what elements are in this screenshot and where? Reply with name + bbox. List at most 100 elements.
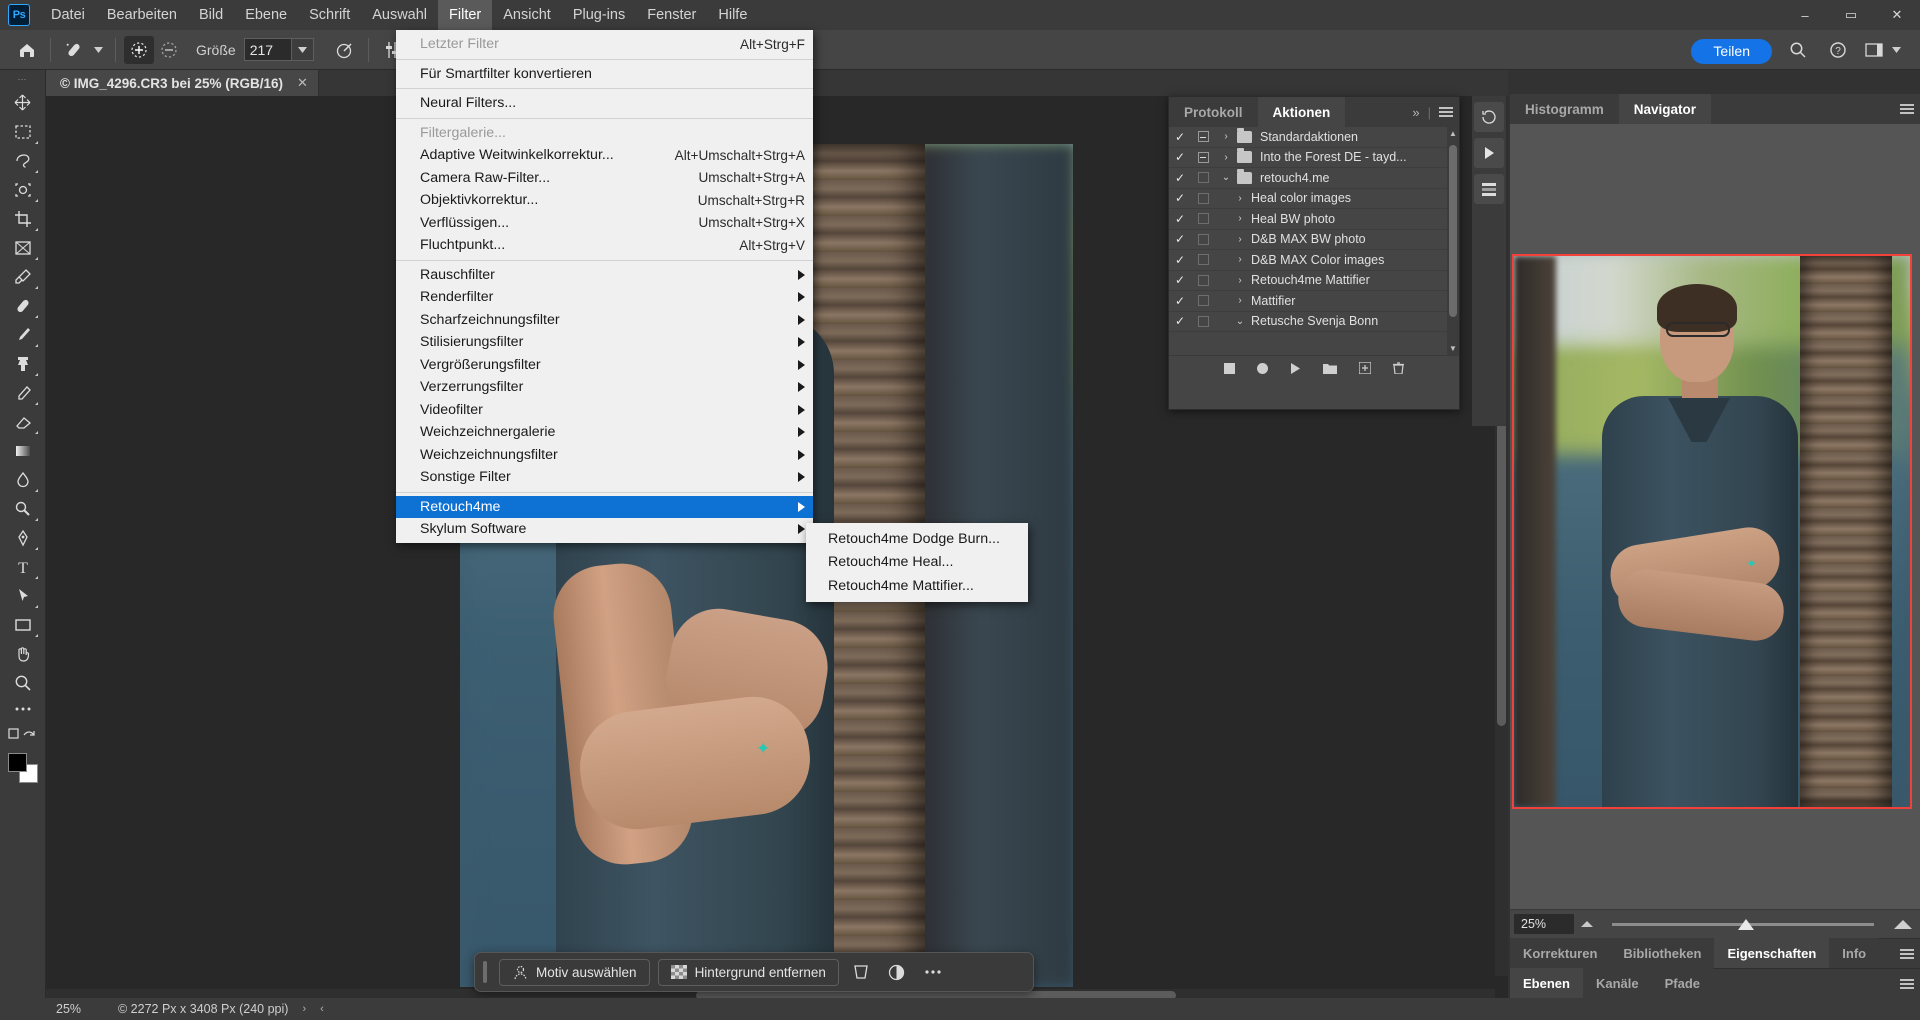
tab-korrekturen[interactable]: Korrekturen bbox=[1510, 938, 1611, 968]
more-options-icon[interactable] bbox=[919, 959, 947, 985]
disclosure-triangle-icon[interactable]: ⌄ bbox=[1215, 172, 1237, 183]
filter-menu-item[interactable]: Scharfzeichnungsfilter bbox=[396, 309, 813, 332]
action-toggle-checkbox[interactable]: ✓ bbox=[1169, 150, 1191, 164]
action-toggle-checkbox[interactable]: ✓ bbox=[1169, 314, 1191, 328]
action-row[interactable]: ✓ › Heal color images bbox=[1169, 189, 1459, 209]
menu-ansicht[interactable]: Ansicht bbox=[492, 0, 562, 30]
subtract-from-selection-icon[interactable] bbox=[154, 36, 184, 64]
zoom-out-icon[interactable] bbox=[1574, 921, 1600, 927]
drag-handle[interactable] bbox=[483, 961, 487, 983]
record-icon[interactable] bbox=[1257, 362, 1268, 377]
tool-type-tool[interactable]: T bbox=[6, 552, 40, 581]
filter-menu-item[interactable]: Für Smartfilter konvertieren bbox=[396, 63, 813, 86]
color-swatches[interactable] bbox=[6, 751, 40, 785]
tool-hand-tool[interactable] bbox=[6, 639, 40, 668]
tool-dodge-tool[interactable] bbox=[6, 494, 40, 523]
filter-menu-item[interactable]: Neural Filters... bbox=[396, 92, 813, 115]
filter-menu-item[interactable]: Videofilter bbox=[396, 399, 813, 422]
scroll-thumb[interactable] bbox=[1449, 145, 1457, 317]
disclosure-triangle-icon[interactable]: › bbox=[1229, 193, 1251, 204]
play-icon[interactable] bbox=[1474, 138, 1504, 168]
size-input[interactable]: 217 bbox=[243, 38, 292, 61]
tool-eyedropper-tool[interactable] bbox=[6, 262, 40, 291]
play-icon[interactable] bbox=[1290, 362, 1301, 377]
status-zoom-level[interactable]: 25% bbox=[56, 1002, 118, 1016]
action-dialog-toggle[interactable] bbox=[1191, 192, 1215, 204]
tool-rectangle-tool[interactable] bbox=[6, 610, 40, 639]
action-dialog-toggle[interactable] bbox=[1191, 274, 1215, 286]
action-row[interactable]: ✓ › Into the Forest DE - tayd... bbox=[1169, 148, 1459, 168]
help-icon[interactable]: ? bbox=[1826, 39, 1850, 61]
adjustment-icon[interactable] bbox=[883, 959, 911, 985]
tab-kan-le[interactable]: Kanäle bbox=[1582, 968, 1652, 998]
action-row[interactable]: ✓ › Retouch4me Mattifier bbox=[1169, 271, 1459, 291]
tool-move-tool[interactable] bbox=[6, 88, 40, 117]
tool-object-selection-tool[interactable] bbox=[6, 175, 40, 204]
action-row[interactable]: ✓ › Heal BW photo bbox=[1169, 209, 1459, 230]
close-button[interactable]: ✕ bbox=[1874, 0, 1920, 30]
tool-rectangular-marquee-tool[interactable] bbox=[6, 117, 40, 146]
chevron-double-right-icon[interactable]: » bbox=[1412, 105, 1419, 120]
menu-auswahl[interactable]: Auswahl bbox=[361, 0, 438, 30]
filter-menu-item[interactable]: Objektivkorrektur... Umschalt+Strg+R bbox=[396, 189, 813, 212]
action-dialog-toggle[interactable] bbox=[1191, 315, 1215, 327]
menu-plug-ins[interactable]: Plug-ins bbox=[562, 0, 636, 30]
filter-menu-item[interactable]: Weichzeichnergalerie bbox=[396, 421, 813, 444]
tool-blur-tool[interactable] bbox=[6, 465, 40, 494]
scroll-up-icon[interactable]: ▲ bbox=[1447, 127, 1459, 140]
status-expand-icon[interactable]: › bbox=[302, 1003, 306, 1015]
submenu-item[interactable]: Retouch4me Dodge Burn... bbox=[806, 527, 1028, 551]
tool-zoom-tool[interactable] bbox=[6, 668, 40, 697]
menu-bild[interactable]: Bild bbox=[188, 0, 234, 30]
tab-pfade[interactable]: Pfade bbox=[1651, 968, 1714, 998]
filter-menu-item[interactable]: Rauschfilter bbox=[396, 264, 813, 287]
navigator-preview[interactable]: ✦ bbox=[1510, 124, 1920, 909]
disclosure-triangle-icon[interactable]: › bbox=[1229, 213, 1251, 224]
tool-more-tools[interactable] bbox=[6, 697, 40, 721]
tool-path-selection-tool[interactable] bbox=[6, 581, 40, 610]
menu-filter[interactable]: Filter bbox=[438, 0, 493, 30]
transform-icon[interactable] bbox=[847, 959, 875, 985]
disclosure-triangle-icon[interactable]: › bbox=[1229, 254, 1251, 265]
remove-background-button[interactable]: Hintergrund entfernen bbox=[657, 958, 839, 986]
scroll-down-icon[interactable]: ▼ bbox=[1447, 342, 1459, 355]
target-icon[interactable] bbox=[330, 36, 360, 64]
minimize-button[interactable]: – bbox=[1782, 0, 1828, 30]
tab-ebenen[interactable]: Ebenen bbox=[1510, 968, 1583, 998]
search-icon[interactable] bbox=[1786, 39, 1810, 61]
filter-menu-item[interactable]: Retouch4me bbox=[396, 495, 813, 518]
disclosure-triangle-icon[interactable]: ⌄ bbox=[1229, 316, 1251, 327]
tab-bibliotheken[interactable]: Bibliotheken bbox=[1610, 938, 1715, 968]
submenu-item[interactable]: Retouch4me Heal... bbox=[806, 551, 1028, 575]
action-toggle-checkbox[interactable]: ✓ bbox=[1169, 191, 1191, 205]
disclosure-triangle-icon[interactable]: › bbox=[1215, 152, 1237, 163]
navigator-zoom-slider[interactable] bbox=[1612, 918, 1874, 930]
disclosure-triangle-icon[interactable]: › bbox=[1229, 234, 1251, 245]
tab-histogramm[interactable]: Histogramm bbox=[1510, 94, 1619, 124]
history-icon[interactable] bbox=[1474, 102, 1504, 132]
filter-menu-item[interactable]: Vergrößerungsfilter bbox=[396, 354, 813, 377]
tab-aktionen[interactable]: Aktionen bbox=[1257, 97, 1346, 127]
filter-menu-item[interactable]: Skylum Software bbox=[396, 518, 813, 541]
action-row[interactable]: ✓ › D&B MAX BW photo bbox=[1169, 230, 1459, 250]
tool-preset-chevron-icon[interactable] bbox=[89, 36, 107, 64]
tool-brush-tool[interactable] bbox=[6, 320, 40, 349]
delete-icon[interactable] bbox=[1393, 362, 1404, 377]
filter-menu-item[interactable]: Adaptive Weitwinkelkorrektur... Alt+Umsch… bbox=[396, 144, 813, 167]
filter-menu-item[interactable]: Camera Raw-Filter... Umschalt+Strg+A bbox=[396, 167, 813, 190]
action-dialog-toggle[interactable] bbox=[1191, 151, 1215, 163]
home-icon[interactable] bbox=[12, 36, 42, 64]
action-dialog-toggle[interactable] bbox=[1191, 131, 1215, 143]
tool-spot-healing-brush-tool[interactable] bbox=[6, 291, 40, 320]
tool-eraser-tool[interactable] bbox=[6, 407, 40, 436]
action-toggle-checkbox[interactable]: ✓ bbox=[1169, 171, 1191, 185]
action-toggle-checkbox[interactable]: ✓ bbox=[1169, 273, 1191, 287]
navigator-thumbnail[interactable]: ✦ bbox=[1512, 254, 1912, 809]
menu-datei[interactable]: Datei bbox=[40, 0, 96, 30]
action-toggle-checkbox[interactable]: ✓ bbox=[1169, 232, 1191, 246]
action-toggle-checkbox[interactable]: ✓ bbox=[1169, 212, 1191, 226]
new-action-icon[interactable] bbox=[1358, 361, 1372, 377]
menu-schrift[interactable]: Schrift bbox=[298, 0, 361, 30]
action-row[interactable]: ✓ ⌄ retouch4.me bbox=[1169, 168, 1459, 189]
action-dialog-toggle[interactable] bbox=[1191, 172, 1215, 184]
